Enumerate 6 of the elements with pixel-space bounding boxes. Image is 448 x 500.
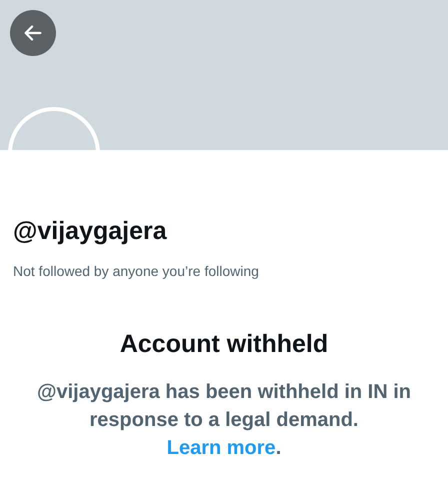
username: @vijaygajera xyxy=(13,216,168,247)
followers-note: Not followed by anyone you’re following xyxy=(13,262,260,282)
back-button[interactable] xyxy=(10,10,56,56)
notice-message: @vijaygajera has been withheld in IN in response to a legal demand. Learn more. xyxy=(36,380,412,461)
notice-title: Account withheld xyxy=(118,329,330,360)
learn-more-link[interactable]: Learn more xyxy=(166,436,276,459)
